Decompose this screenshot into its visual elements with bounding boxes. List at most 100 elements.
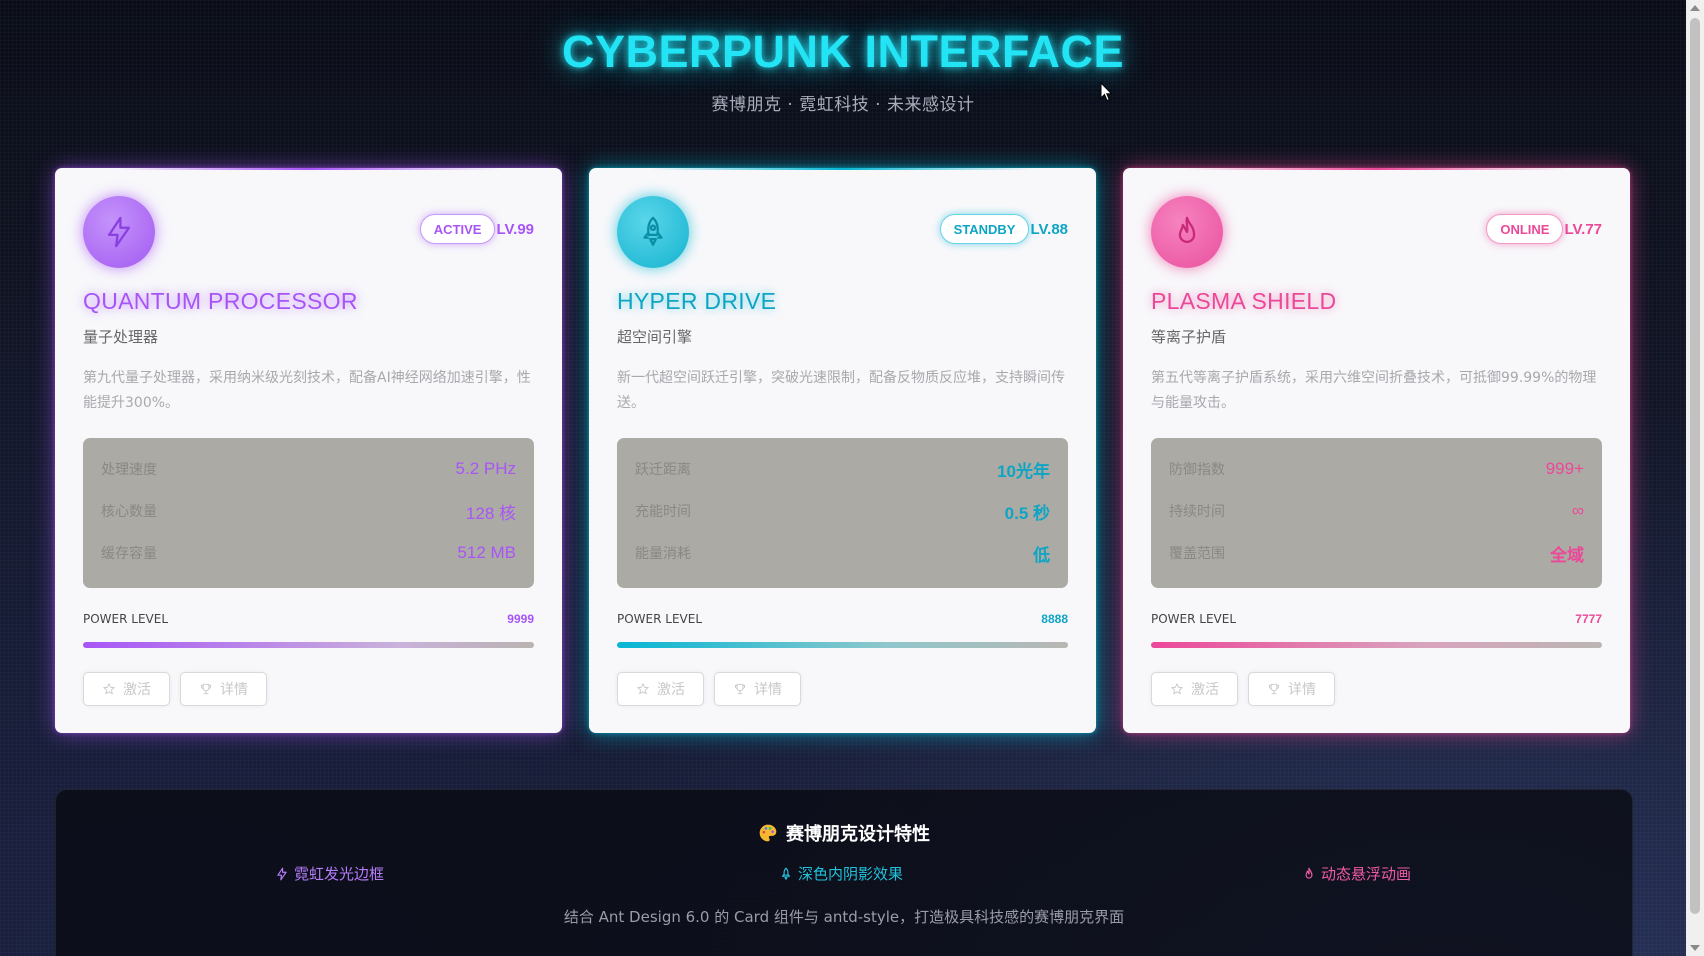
rocket-icon: [781, 867, 791, 880]
trophy-icon: [1268, 683, 1280, 695]
features-footer: 结合 Ant Design 6.0 的 Card 组件与 antd-style，…: [563, 908, 1125, 926]
card-subtitle: 量子处理器: [83, 328, 159, 346]
details-button-label: 详情: [220, 681, 248, 697]
card-icon-badge: [1151, 196, 1223, 268]
power-level-fill: [617, 642, 1068, 648]
details-button[interactable]: 详情: [1248, 672, 1335, 706]
stat-label: 防御指数: [1169, 462, 1225, 478]
palette-icon: [759, 824, 777, 842]
power-level-row: POWER LEVEL 7777: [1151, 612, 1602, 626]
activate-button-label: 激活: [657, 681, 685, 697]
activate-button[interactable]: 激活: [617, 672, 704, 706]
star-icon: [103, 683, 115, 695]
level-label: LV.88: [1030, 220, 1068, 238]
activate-button-label: 激活: [123, 681, 151, 697]
power-level-label: POWER LEVEL: [617, 612, 703, 626]
scroll-up-arrow-icon[interactable]: [1690, 5, 1700, 11]
stat-row: 核心数量 128 核: [101, 490, 516, 532]
power-level-fill: [1151, 642, 1602, 648]
scroll-down-arrow-icon[interactable]: [1690, 945, 1700, 951]
stat-label: 覆盖范围: [1169, 546, 1225, 562]
page: CYBERPUNK INTERFACE 赛博朋克 · 霓虹科技 · 未来感设计 …: [0, 0, 1686, 956]
level-label: LV.77: [1564, 220, 1602, 238]
power-level-bar: [83, 642, 534, 648]
activate-button[interactable]: 激活: [83, 672, 170, 706]
stat-value: 512 MB: [457, 543, 516, 562]
stats-panel: 防御指数 999+ 持续时间 ∞ 覆盖范围 全域: [1151, 438, 1602, 588]
card-top-glow-line: [115, 168, 502, 170]
card-quantum-processor[interactable]: ACTIVE LV.99 QUANTUM PROCESSOR 量子处理器 第九代…: [55, 168, 562, 733]
stat-row: 充能时间 0.5 秒: [635, 490, 1050, 532]
power-level-bar: [1151, 642, 1602, 648]
details-button-label: 详情: [1288, 681, 1316, 697]
activate-button[interactable]: 激活: [1151, 672, 1238, 706]
card-actions: 激活 详情: [83, 672, 267, 706]
vertical-scrollbar[interactable]: [1686, 0, 1704, 956]
feature-neon-border: 霓虹发光边框: [275, 863, 384, 884]
mouse-cursor-icon: [1100, 82, 1113, 102]
stat-label: 充能时间: [635, 504, 691, 520]
feature-label: 深色内阴影效果: [798, 865, 904, 883]
features-heading: 赛博朋克设计特性: [56, 820, 1632, 846]
thunderbolt-icon: [277, 867, 287, 880]
stat-row: 能量消耗 低: [635, 532, 1050, 574]
stat-row: 覆盖范围 全域: [1169, 532, 1584, 574]
star-icon: [1171, 683, 1183, 695]
card-plasma-shield[interactable]: ONLINE LV.77 PLASMA SHIELD 等离子护盾 第五代等离子护…: [1123, 168, 1630, 733]
stat-row: 处理速度 5.2 PHz: [101, 448, 516, 490]
scrollbar-thumb[interactable]: [1690, 18, 1700, 914]
feature-hover-animation: 动态悬浮动画: [1302, 863, 1411, 884]
features-title: 赛博朋克设计特性: [786, 824, 930, 845]
power-level-fill: [83, 642, 534, 648]
card-icon-badge: [617, 196, 689, 268]
stat-label: 核心数量: [101, 504, 157, 520]
status-badge: ACTIVE: [419, 214, 496, 244]
feature-label: 霓虹发光边框: [294, 865, 385, 883]
stat-label: 跃迁距离: [635, 462, 691, 478]
feature-label: 动态悬浮动画: [1321, 865, 1412, 883]
stat-value: 128 核: [465, 503, 516, 523]
page-subtitle: 赛博朋克 · 霓虹科技 · 未来感设计: [711, 95, 975, 115]
stat-label: 能量消耗: [635, 546, 691, 562]
trophy-icon: [734, 683, 746, 695]
activate-button-label: 激活: [1191, 681, 1219, 697]
status-group: ACTIVE LV.99: [419, 214, 534, 244]
card-title: QUANTUM PROCESSOR: [83, 288, 358, 314]
status-group: ONLINE LV.77: [1486, 214, 1602, 244]
stat-value: 低: [1033, 545, 1050, 565]
card-actions: 激活 详情: [1151, 672, 1335, 706]
card-subtitle: 超空间引擎: [617, 328, 693, 346]
stat-value: 999+: [1545, 459, 1584, 478]
fire-icon: [1178, 216, 1196, 243]
card-top-glow-line: [649, 168, 1036, 170]
stat-value: 0.5 秒: [1004, 503, 1050, 523]
rocket-icon: [643, 216, 663, 246]
details-button-label: 详情: [754, 681, 782, 697]
stat-row: 缓存容量 512 MB: [101, 532, 516, 574]
card-description: 新一代超空间跃迁引擎，突破光速限制，配备反物质反应堆，支持瞬间传送。: [617, 370, 1065, 411]
power-level-row: POWER LEVEL 8888: [617, 612, 1068, 626]
level-label: LV.99: [496, 220, 534, 238]
stat-label: 处理速度: [101, 462, 157, 478]
card-icon-badge: [83, 196, 155, 268]
card-description: 第九代量子处理器，采用纳米级光刻技术，配备AI神经网络加速引擎，性能提升300%…: [83, 370, 531, 411]
card-description: 第五代等离子护盾系统，采用六维空间折叠技术，可抵御99.99%的物理与能量攻击。: [1151, 370, 1597, 411]
thunderbolt-icon: [107, 216, 131, 248]
card-actions: 激活 详情: [617, 672, 801, 706]
power-level-label: POWER LEVEL: [1151, 612, 1237, 626]
details-button[interactable]: 详情: [180, 672, 267, 706]
star-icon: [637, 683, 649, 695]
feature-inner-shadow: 深色内阴影效果: [779, 863, 903, 884]
power-level-value: 7777: [1575, 612, 1602, 626]
details-button[interactable]: 详情: [714, 672, 801, 706]
fire-icon: [1305, 867, 1313, 879]
stat-row: 持续时间 ∞: [1169, 490, 1584, 532]
stat-label: 缓存容量: [101, 546, 157, 562]
stat-value: 全域: [1550, 545, 1584, 565]
card-subtitle: 等离子护盾: [1151, 328, 1227, 346]
card-hyper-drive[interactable]: STANDBY LV.88 HYPER DRIVE 超空间引擎 新一代超空间跃迁…: [589, 168, 1096, 733]
stats-panel: 跃迁距离 10光年 充能时间 0.5 秒 能量消耗 低: [617, 438, 1068, 588]
power-level-value: 9999: [507, 612, 534, 626]
trophy-icon: [200, 683, 212, 695]
card-top-glow-line: [1183, 168, 1570, 170]
